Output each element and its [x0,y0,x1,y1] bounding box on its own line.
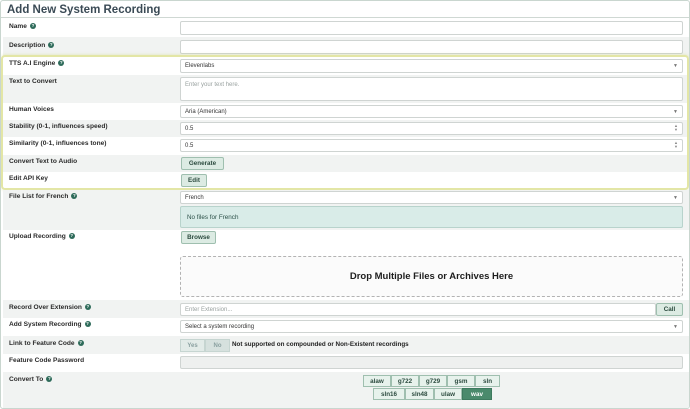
browse-button[interactable]: Browse [181,231,216,244]
no-option[interactable]: No [205,339,230,352]
chevron-down-icon: ▼ [673,323,678,330]
add-system-recording-label-text: Add System Recording [9,321,82,328]
codec-sln48-button[interactable]: sln48 [405,388,434,400]
no-files-message: No files for French [180,206,683,228]
name-input[interactable] [180,21,683,35]
record-over-label: Record Over Extension? [9,304,91,311]
add-system-recording-label: Add System Recording? [9,321,91,328]
convert-to-label: Convert To? [9,376,53,383]
file-list-label: File List for French? [9,193,78,200]
upload-label-text: Upload Recording [9,233,66,240]
call-button[interactable]: Call [656,303,683,316]
help-icon[interactable]: ? [68,233,75,239]
codec-g729-button[interactable]: g729 [419,375,447,387]
codec-sln-button[interactable]: sln [475,375,500,387]
upload-label: Upload Recording? [9,233,75,240]
help-icon[interactable]: ? [84,304,91,310]
add-system-recording-value: Select a system recording [185,323,255,330]
add-system-recording-panel: Add New System Recording Name? Descripti… [0,0,690,409]
file-list-value: French [185,194,204,201]
feature-code-password-label: Feature Code Password [9,357,85,364]
add-system-recording-select[interactable]: Select a system recording ▼ [180,320,683,333]
feature-code-password-input[interactable] [180,356,683,369]
file-drop-zone[interactable]: Drop Multiple Files or Archives Here [180,256,683,297]
help-icon[interactable]: ? [29,23,36,29]
help-icon[interactable]: ? [46,376,53,382]
description-input[interactable] [180,40,683,54]
page-title: Add New System Recording [7,4,161,16]
codec-wav-button[interactable]: wav [462,388,492,400]
codec-alaw-button[interactable]: alaw [363,375,391,387]
record-over-label-text: Record Over Extension [9,304,82,311]
name-label: Name? [9,23,36,30]
file-list-select[interactable]: French ▼ [180,191,683,204]
chevron-down-icon: ▼ [673,194,678,201]
extension-input[interactable]: Enter Extension... [180,303,656,316]
yes-option[interactable]: Yes [180,339,205,352]
help-icon[interactable]: ? [71,193,78,199]
link-feature-code-label-text: Link to Feature Code [9,340,75,347]
codec-sln16-button[interactable]: sln16 [373,388,405,400]
description-label: Description? [9,42,55,49]
name-label-text: Name [9,23,27,30]
file-list-label-text: File List for French [9,193,69,200]
convert-to-row: Convert To? [3,372,689,408]
codec-gsm-button[interactable]: gsm [447,375,475,387]
title-divider [1,17,689,18]
tts-highlight-box [1,55,689,190]
description-label-text: Description [9,42,46,49]
link-feature-code-label: Link to Feature Code? [9,340,84,347]
codec-g722-button[interactable]: g722 [391,375,419,387]
convert-to-label-text: Convert To [9,376,44,383]
help-icon[interactable]: ? [77,340,84,346]
codec-ulaw-button[interactable]: ulaw [434,388,462,400]
help-icon[interactable]: ? [84,321,91,327]
help-icon[interactable]: ? [48,42,55,48]
feature-code-toggle[interactable]: Yes No [180,339,230,352]
feature-code-note: Not supported on compounded or Non-Exist… [232,341,409,348]
